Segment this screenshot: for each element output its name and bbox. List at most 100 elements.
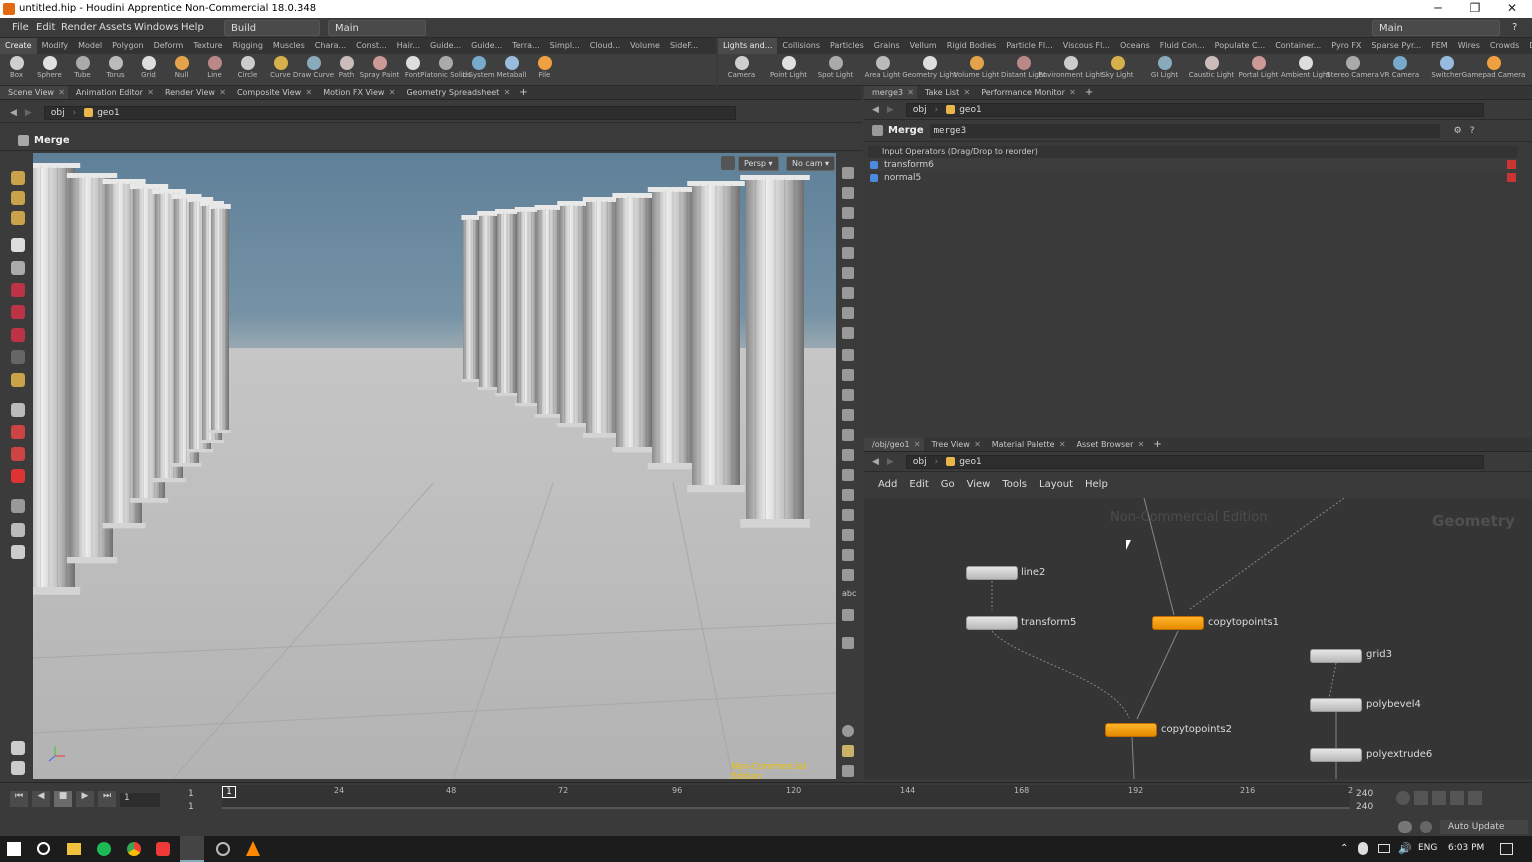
shelf-tab[interactable]: Collisions — [777, 38, 825, 54]
shelf-tab[interactable]: SideF... — [665, 38, 703, 54]
shelf-tool[interactable]: Point Light — [765, 54, 812, 85]
vivaldi-icon[interactable] — [156, 842, 170, 856]
pane-tab[interactable]: Geometry Spreadsheet ✕ — [398, 86, 513, 99]
shelf-tab[interactable]: Pyro FX — [1326, 38, 1366, 54]
shelf-tool[interactable]: Switcher — [1423, 54, 1470, 85]
brush-tool-icon[interactable] — [11, 211, 25, 225]
menu-file[interactable]: File — [12, 22, 29, 33]
rotate-tool-icon[interactable] — [11, 305, 25, 319]
node-polybevel4[interactable] — [1310, 698, 1362, 712]
pane-tab[interactable]: Tree View ✕ — [924, 438, 984, 451]
shelf-tab[interactable]: Guide... — [425, 38, 466, 54]
shelf-tool[interactable]: Camera — [718, 54, 765, 85]
clock[interactable]: 6:03 PM — [1448, 843, 1484, 853]
view-tool-icon[interactable] — [11, 373, 25, 387]
help-icon[interactable]: ? — [1512, 22, 1517, 33]
net-path-obj[interactable]: obj — [913, 457, 927, 467]
shelf-tool[interactable]: Ambient Light — [1281, 54, 1330, 85]
shelf-tool[interactable]: Sky Light — [1094, 54, 1141, 85]
pane-tab[interactable]: Composite View ✕ — [229, 86, 315, 99]
shelf-tab[interactable]: Modify — [37, 38, 74, 54]
forward-arrow-icon[interactable]: ▶ — [25, 108, 32, 118]
timeline-ruler[interactable]: 24 48 72 96 120 144 168 192 216 2 1 — [222, 785, 1353, 809]
go-end-icon[interactable]: ⏭ — [98, 791, 116, 807]
tumble-icon[interactable] — [11, 545, 25, 559]
close-tab-icon[interactable]: ✕ — [305, 86, 312, 99]
vlc-icon[interactable] — [246, 841, 260, 856]
pane-tab[interactable]: merge3 ✕ — [864, 86, 917, 99]
high-quality-light-icon[interactable] — [842, 307, 854, 319]
net-path-geo1[interactable]: geo1 — [959, 457, 981, 467]
camera-menu[interactable]: No cam ▾ — [786, 156, 836, 171]
close-tab-icon[interactable]: ✕ — [219, 86, 226, 99]
pane-tab[interactable]: Render View ✕ — [157, 86, 229, 99]
layout-icon[interactable] — [842, 549, 854, 561]
info-icon[interactable] — [842, 725, 854, 737]
shelf-tab[interactable]: FEM — [1426, 38, 1453, 54]
net-back-icon[interactable]: ◀ — [872, 457, 879, 467]
shelf-tool[interactable]: Gamepad Camera — [1462, 54, 1525, 85]
shelf-tool[interactable]: Font — [396, 54, 429, 85]
pane-tab[interactable]: Animation Editor ✕ — [68, 86, 157, 99]
shading-mode-icon[interactable] — [842, 327, 854, 339]
snap-grid-icon[interactable] — [11, 403, 25, 417]
end-frame-2[interactable]: 240 — [1356, 802, 1373, 812]
shelf-tab[interactable]: Model — [73, 38, 107, 54]
grid-display-icon[interactable] — [842, 745, 854, 757]
shelf-tab[interactable]: Grains — [869, 38, 905, 54]
start-frame-2[interactable]: 1 — [188, 802, 194, 812]
audio-icon[interactable] — [1414, 791, 1428, 805]
shelf-tool[interactable]: File — [528, 54, 561, 85]
shelf-tool[interactable]: Tube — [66, 54, 99, 85]
network-menu-item[interactable]: Help — [1085, 479, 1108, 490]
path-obj[interactable]: obj — [51, 108, 65, 118]
point-number-icon[interactable] — [842, 489, 854, 501]
input-row[interactable]: transform6 — [868, 158, 1518, 171]
shelf-tool[interactable]: Stereo Camera — [1326, 54, 1379, 85]
shelf-tool[interactable]: Curve — [264, 54, 297, 85]
notification-icon[interactable] — [1500, 843, 1513, 855]
shelf-tab[interactable]: Chara... — [310, 38, 351, 54]
shelf-tab[interactable]: Rigging — [228, 38, 268, 54]
go-start-icon[interactable]: ⏮ — [10, 791, 28, 807]
network-menu-item[interactable]: Go — [941, 479, 955, 490]
menu-edit[interactable]: Edit — [36, 22, 55, 33]
param-path-geo1[interactable]: geo1 — [959, 105, 981, 115]
shelf-tab[interactable]: Viscous Fl... — [1058, 38, 1115, 54]
shelf-tab[interactable]: Sparse Pyr... — [1366, 38, 1426, 54]
ghost-icon[interactable] — [842, 187, 854, 199]
node-polyextrude6[interactable] — [1310, 748, 1362, 762]
vertex-icon[interactable] — [842, 449, 854, 461]
shelf-tab[interactable]: Deform — [149, 38, 189, 54]
hide-icon[interactable] — [842, 227, 854, 239]
shelf-tool[interactable]: Box — [0, 54, 33, 85]
shelf-tab[interactable]: Populate C... — [1210, 38, 1271, 54]
network-icon[interactable] — [1378, 844, 1390, 853]
close-tab-icon[interactable]: ✕ — [147, 86, 154, 99]
network-editor[interactable]: Non-Commercial Edition Geometry line2 tr… — [864, 498, 1532, 779]
houdini-taskbar-icon[interactable] — [180, 836, 204, 862]
headlight-icon[interactable] — [842, 247, 854, 259]
lock-camera-icon[interactable] — [721, 156, 735, 170]
shelf-tool[interactable]: Metaball — [495, 54, 528, 85]
shelf-tool[interactable]: L-System — [462, 54, 495, 85]
node-name-field[interactable]: merge3 — [929, 123, 1440, 138]
stop-icon[interactable]: ■ — [54, 791, 72, 807]
shelf-tab[interactable]: Hair... — [392, 38, 425, 54]
search-icon[interactable] — [37, 842, 50, 855]
chrome-icon[interactable] — [127, 842, 141, 856]
start-frame[interactable]: 1 — [188, 789, 194, 799]
shelf-tool[interactable]: Environment Light — [1038, 54, 1103, 85]
texture-icon[interactable] — [842, 369, 854, 381]
prim-normal-icon[interactable] — [842, 429, 854, 441]
realtime-icon[interactable] — [1432, 791, 1446, 805]
main-desktop-select[interactable]: Main — [328, 20, 426, 36]
close-tab-icon[interactable]: ✕ — [907, 86, 914, 99]
param-help-icon[interactable]: ? — [1470, 126, 1475, 136]
pin-icon[interactable] — [842, 637, 854, 649]
stop-render-icon[interactable] — [842, 569, 854, 581]
current-frame-field[interactable]: 1 — [120, 793, 160, 807]
tray-arrow-icon[interactable]: ⌃ — [1340, 843, 1348, 854]
menu-render[interactable]: Render — [61, 22, 97, 33]
build-desktop-select[interactable]: Build — [224, 20, 320, 36]
